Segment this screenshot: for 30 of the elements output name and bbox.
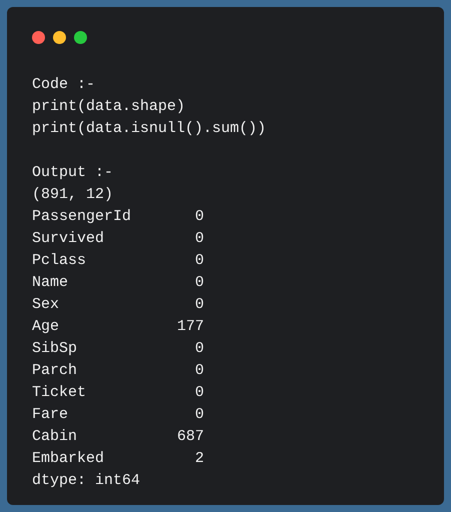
code-line: print(data.shape) <box>32 97 186 117</box>
null-count: 177 <box>176 317 204 337</box>
column-name: Cabin <box>32 427 78 447</box>
column-name: Ticket <box>32 383 88 403</box>
output-line: (891, 12) <box>32 185 114 205</box>
column-name: SibSp <box>32 339 78 359</box>
null-count: 0 <box>194 273 204 293</box>
null-count: 0 <box>194 361 204 381</box>
column-name: Parch <box>32 361 78 381</box>
null-count: 0 <box>194 251 204 271</box>
column-name: PassengerId <box>32 207 132 227</box>
null-count: 0 <box>194 405 204 425</box>
column-name: Fare <box>32 405 70 425</box>
null-count: 687 <box>176 427 204 447</box>
null-count: 2 <box>194 449 204 469</box>
null-count: 0 <box>194 339 204 359</box>
column-name: Embarked <box>32 449 106 469</box>
column-name: Age <box>32 317 60 337</box>
dtype-line: dtype: int64 <box>32 471 140 491</box>
null-count: 0 <box>194 383 204 403</box>
output-label: Output :- <box>32 163 114 183</box>
code-line: print(data.isnull().sum()) <box>32 119 266 139</box>
null-count: 0 <box>194 207 204 227</box>
column-name: Survived <box>32 229 106 249</box>
column-name: Sex <box>32 295 60 315</box>
code-label: Code :- <box>32 75 96 95</box>
column-name: Name <box>32 273 70 293</box>
null-count: 0 <box>194 295 204 315</box>
column-name: Pclass <box>32 251 88 271</box>
null-count: 0 <box>194 229 204 249</box>
